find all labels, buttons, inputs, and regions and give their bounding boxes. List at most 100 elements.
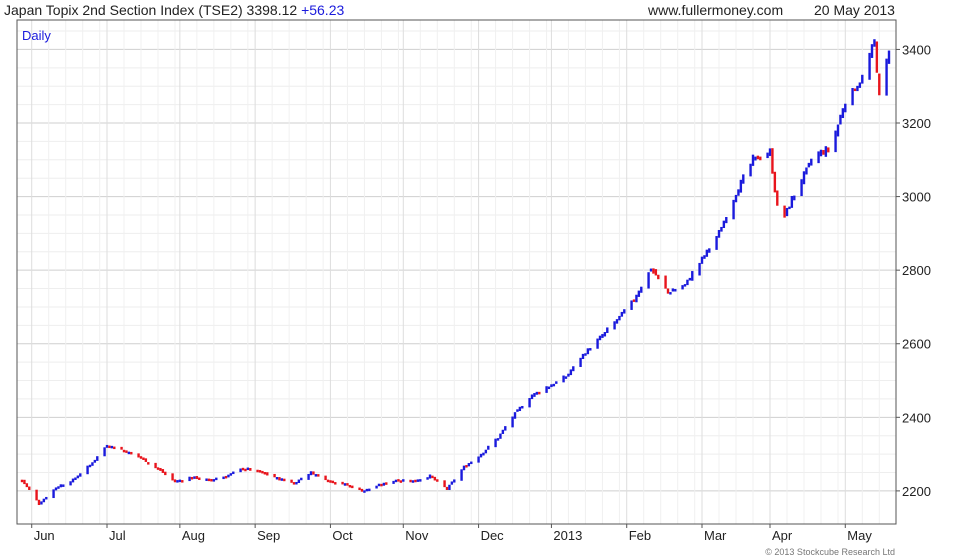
up-bar xyxy=(790,195,794,208)
up-bar xyxy=(382,482,386,486)
down-bar xyxy=(666,288,670,294)
up-bar xyxy=(428,474,432,479)
down-bar xyxy=(431,475,434,479)
up-bar xyxy=(516,409,519,412)
up-bar xyxy=(513,412,517,419)
up-bar xyxy=(205,478,208,481)
up-bar xyxy=(450,481,454,485)
up-bar xyxy=(229,473,233,476)
up-bar xyxy=(603,332,607,337)
up-bar xyxy=(295,481,298,485)
up-bar xyxy=(810,158,813,166)
up-bar xyxy=(819,149,823,157)
up-bar xyxy=(708,248,711,253)
x-tick-label: Dec xyxy=(481,528,505,543)
up-bar xyxy=(314,474,318,477)
up-bar xyxy=(460,469,463,481)
up-bar xyxy=(96,456,99,461)
y-tick-label: 3400 xyxy=(902,42,931,57)
up-bar xyxy=(885,58,888,96)
down-bar xyxy=(360,488,364,492)
up-bar xyxy=(579,357,582,367)
up-bar xyxy=(57,486,60,489)
up-bar xyxy=(533,393,536,397)
up-bar xyxy=(615,319,619,324)
down-bar xyxy=(198,477,201,480)
up-bar xyxy=(212,479,216,482)
up-bar xyxy=(703,255,706,259)
up-bar xyxy=(785,207,789,217)
up-bar xyxy=(470,461,473,465)
up-bar xyxy=(127,451,131,455)
down-bar xyxy=(142,457,145,460)
up-bar xyxy=(824,146,828,157)
down-bar xyxy=(853,88,857,92)
down-bar xyxy=(414,479,417,483)
down-bar xyxy=(181,480,184,483)
up-bar xyxy=(528,398,531,408)
up-bar xyxy=(868,52,871,80)
up-bar xyxy=(749,163,752,177)
up-bar xyxy=(487,445,490,450)
up-bar xyxy=(620,311,624,317)
down-bar xyxy=(397,479,400,482)
up-bar xyxy=(844,103,847,113)
up-bar xyxy=(91,462,94,466)
up-bar xyxy=(700,256,704,264)
up-bar xyxy=(681,285,684,290)
up-bar xyxy=(45,496,48,500)
up-bar xyxy=(368,488,371,492)
y-tick-label: 3000 xyxy=(902,190,931,205)
down-bar xyxy=(409,479,412,483)
up-bar xyxy=(596,338,599,349)
up-bar xyxy=(518,406,522,412)
up-bar xyxy=(246,467,250,471)
up-bar xyxy=(751,154,755,166)
up-bar xyxy=(737,189,740,196)
down-bar xyxy=(28,486,31,490)
up-bar xyxy=(567,373,570,377)
down-bar xyxy=(249,468,252,471)
up-bar xyxy=(623,309,626,314)
down-bar xyxy=(399,480,403,483)
up-bar xyxy=(630,300,633,310)
down-bar xyxy=(329,480,332,483)
up-bar xyxy=(394,479,398,483)
down-bar xyxy=(164,471,167,476)
up-bar xyxy=(589,348,592,351)
up-bar xyxy=(887,50,891,64)
down-bar xyxy=(433,476,437,481)
down-bar xyxy=(171,473,174,481)
up-bar xyxy=(375,485,378,489)
up-bar xyxy=(178,479,182,483)
plot-frame xyxy=(16,19,897,525)
up-bar xyxy=(725,217,728,224)
down-bar xyxy=(122,449,126,453)
down-bar xyxy=(37,499,41,506)
up-bar xyxy=(54,487,58,491)
up-bar xyxy=(686,279,689,286)
up-bar xyxy=(42,498,46,503)
up-bar xyxy=(511,416,514,428)
down-bar xyxy=(139,456,143,459)
x-tick-label: Oct xyxy=(332,528,353,543)
up-bar xyxy=(62,484,65,487)
up-bar xyxy=(110,445,114,449)
period-label: Daily xyxy=(22,28,51,43)
down-bar xyxy=(195,476,199,480)
up-bar xyxy=(669,292,672,295)
up-bar xyxy=(793,195,796,201)
up-bar xyxy=(601,334,604,338)
down-bar xyxy=(445,486,449,490)
up-bar xyxy=(720,226,723,232)
up-bar xyxy=(343,483,347,486)
up-bar xyxy=(392,480,395,484)
x-tick-label: Feb xyxy=(629,528,651,543)
y-tick-label: 2800 xyxy=(902,263,931,278)
down-bar xyxy=(137,453,140,458)
down-bar xyxy=(210,478,213,482)
up-bar xyxy=(649,268,653,272)
down-bar xyxy=(312,471,315,475)
up-bar xyxy=(535,391,539,395)
up-bar xyxy=(484,449,488,454)
